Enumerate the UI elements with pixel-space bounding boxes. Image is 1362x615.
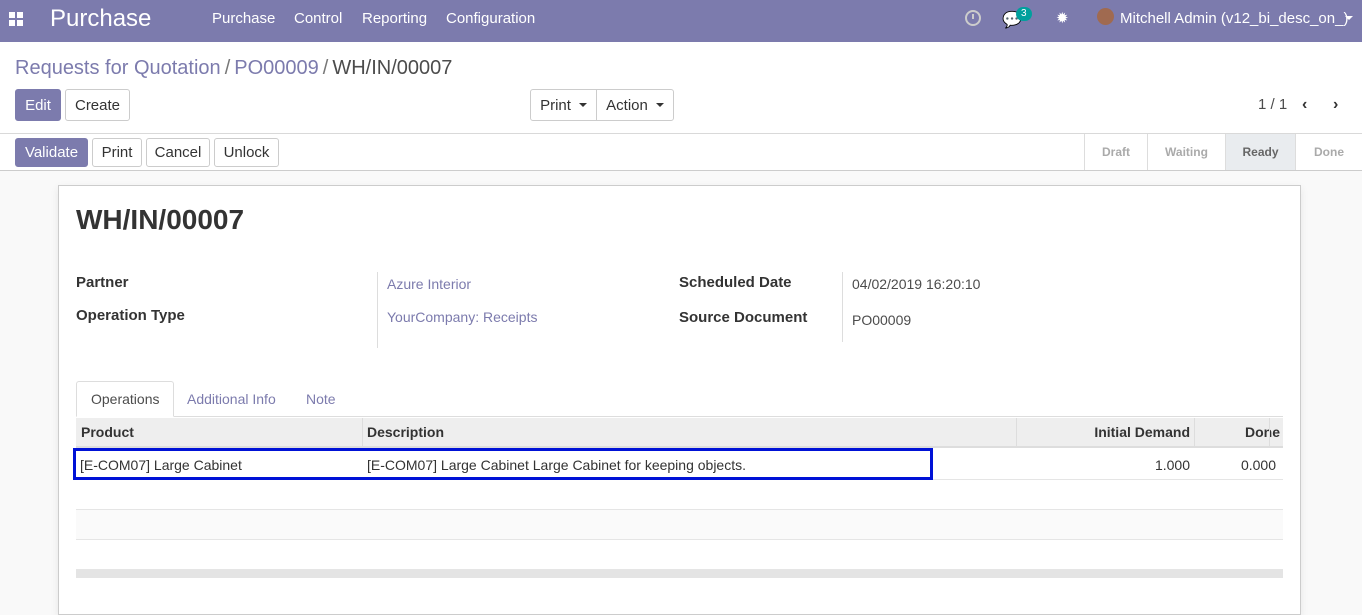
breadcrumb-rfq[interactable]: Requests for Quotation — [15, 57, 221, 79]
table-row-empty — [76, 480, 1283, 510]
menu-reporting[interactable]: Reporting — [362, 10, 427, 27]
partner-label: Partner — [76, 274, 129, 291]
top-navbar: Purchase Purchase Control Reporting Conf… — [0, 0, 1362, 42]
caret-down-icon — [578, 103, 587, 107]
menu-configuration[interactable]: Configuration — [446, 10, 535, 27]
clock-icon[interactable] — [965, 10, 981, 26]
tab-additional-info[interactable]: Additional Info — [173, 381, 290, 417]
chevron-left-icon[interactable]: ‹ — [1302, 96, 1307, 114]
caret-down-icon — [655, 103, 664, 107]
row-highlight-box — [73, 448, 933, 480]
column-separator — [362, 418, 363, 448]
action-label: Action — [606, 96, 648, 114]
bug-icon[interactable]: ✹ — [1056, 9, 1069, 27]
chevron-right-icon[interactable]: › — [1333, 96, 1338, 114]
form-sheet: WH/IN/00007 Partner Azure Interior Opera… — [58, 185, 1301, 615]
column-separator — [1194, 418, 1195, 448]
statusbar: Validate Print Cancel Unlock Draft Waiti… — [0, 134, 1362, 171]
column-separator — [1016, 418, 1017, 448]
operation-type-field[interactable]: YourCompany: Receipts — [387, 309, 537, 325]
partner-field[interactable]: Azure Interior — [387, 276, 471, 292]
breadcrumb-separator: / — [322, 57, 329, 79]
unlock-button[interactable]: Unlock — [214, 138, 279, 167]
cancel-button[interactable]: Cancel — [146, 138, 210, 167]
column-description[interactable]: Description — [367, 424, 444, 440]
control-panel: Requests for Quotation / PO00009/WH/IN/000… — [0, 42, 1362, 134]
table-row-empty — [76, 540, 1283, 570]
action-dropdown[interactable]: Action — [596, 89, 674, 121]
record-title: WH/IN/00007 — [76, 204, 245, 235]
user-menu[interactable]: Mitchell Admin (v12_bi_desc_on_) — [1120, 10, 1348, 27]
breadcrumb: Requests for Quotation / PO00009/WH/IN/000… — [15, 57, 452, 80]
table-row-empty — [76, 510, 1283, 540]
print-button[interactable]: Print — [92, 138, 142, 167]
stage-ready: Ready — [1225, 134, 1295, 170]
stage-done: Done — [1295, 134, 1362, 170]
avatar[interactable] — [1097, 8, 1114, 25]
chevron-down-icon[interactable] — [1345, 16, 1353, 20]
menu-purchase[interactable]: Purchase — [212, 10, 275, 27]
apps-menu-icon[interactable] — [9, 12, 23, 26]
pager-value[interactable]: 1 / 1 — [1258, 96, 1287, 113]
create-button[interactable]: Create — [65, 89, 130, 121]
notebook-tabs: Operations Additional Info Note — [76, 381, 1283, 417]
source-document-field[interactable]: PO00009 — [852, 312, 911, 328]
field-divider — [842, 272, 843, 342]
print-dropdown[interactable]: Print — [530, 89, 597, 121]
stage-draft: Draft — [1084, 134, 1147, 170]
column-initial-demand[interactable]: Initial Demand — [1094, 424, 1190, 440]
breadcrumb-po[interactable]: PO00009 — [234, 57, 319, 79]
operation-type-label: Operation Type — [76, 307, 185, 324]
tab-note[interactable]: Note — [292, 381, 350, 417]
field-divider — [377, 272, 378, 348]
print-label: Print — [540, 96, 571, 114]
chat-badge: 3 — [1016, 7, 1032, 21]
cell-initial-demand: 1.000 — [1154, 457, 1190, 473]
app-brand: Purchase — [50, 5, 152, 32]
source-document-label: Source Document — [679, 309, 808, 326]
table-footer — [76, 570, 1283, 578]
scheduled-date-field[interactable]: 04/02/2019 16:20:10 — [852, 276, 980, 292]
validate-button[interactable]: Validate — [15, 138, 88, 167]
breadcrumb-separator: / — [224, 57, 231, 79]
tab-operations[interactable]: Operations — [76, 381, 175, 417]
edit-button[interactable]: Edit — [15, 89, 61, 121]
stage-waiting: Waiting — [1147, 134, 1225, 170]
column-product[interactable]: Product — [81, 424, 134, 440]
column-done[interactable]: Done — [1245, 424, 1280, 440]
menu-control[interactable]: Control — [294, 10, 342, 27]
column-separator — [1269, 418, 1270, 448]
scheduled-date-label: Scheduled Date — [679, 274, 792, 291]
breadcrumb-current: WH/IN/00007 — [332, 57, 453, 79]
cell-done: 0.000 — [1240, 457, 1276, 473]
table-header: Product Description Initial Demand Done — [76, 418, 1283, 448]
